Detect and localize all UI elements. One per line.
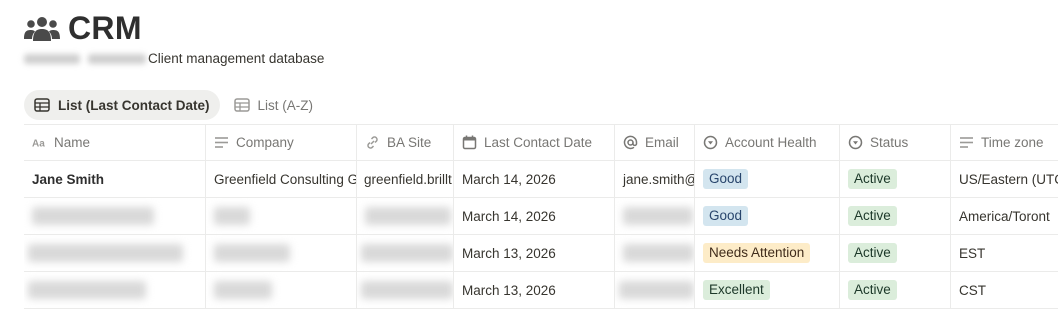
at-sign-icon — [623, 135, 638, 149]
ba-site-cell[interactable] — [357, 235, 454, 271]
account-health-cell[interactable]: Excellent — [695, 272, 840, 308]
view-tabs: List (Last Contact Date) List (A-Z) — [24, 90, 323, 120]
email-cell[interactable]: jane.smith@ — [615, 161, 695, 197]
redacted-text — [214, 281, 272, 299]
redacted-text — [214, 207, 250, 225]
calendar-icon — [462, 135, 477, 149]
account-health-cell[interactable]: Good — [695, 161, 840, 197]
account-health-cell[interactable]: Needs Attention — [695, 235, 840, 271]
status-cell[interactable]: Active — [840, 272, 951, 308]
redacted-text — [28, 281, 146, 299]
company-cell[interactable]: Greenfield Consulting G — [206, 161, 357, 197]
tab-label: List (Last Contact Date) — [58, 97, 210, 113]
table-row[interactable]: March 13, 2026 Needs Attention Active ES… — [24, 235, 1058, 272]
redacted-text — [214, 244, 290, 262]
redacted-text — [623, 244, 694, 262]
redacted-text — [365, 207, 451, 225]
last-contact-date-cell[interactable]: March 13, 2026 — [454, 235, 615, 271]
company-cell[interactable] — [206, 198, 357, 234]
time-zone-cell[interactable]: EST — [951, 235, 1058, 271]
time-zone-cell[interactable]: America/Toront — [951, 198, 1058, 234]
status-cell[interactable]: Active — [840, 198, 951, 234]
last-contact-date-cell[interactable]: March 14, 2026 — [454, 161, 615, 197]
redacted-text — [361, 281, 453, 299]
name-cell[interactable]: Jane Smith — [24, 161, 206, 197]
email-cell[interactable] — [615, 272, 695, 308]
status-cell[interactable]: Active — [840, 235, 951, 271]
subtitle-text: Client management database — [148, 51, 325, 66]
ba-site-cell[interactable]: greenfield.brillt — [357, 161, 454, 197]
page-title: CRM — [68, 10, 142, 46]
column-header-account-health[interactable]: Account Health — [695, 124, 840, 160]
table-row[interactable]: Jane Smith Greenfield Consulting G green… — [24, 161, 1058, 198]
page-header: CRM — [24, 10, 142, 47]
account-health-cell[interactable]: Good — [695, 198, 840, 234]
people-group-icon — [24, 16, 60, 41]
select-circle-icon — [703, 135, 718, 149]
column-header-name[interactable]: Aa Name — [24, 124, 206, 160]
lines-property-icon — [960, 136, 973, 148]
redacted-text — [619, 281, 694, 299]
email-cell[interactable] — [615, 198, 695, 234]
column-header-email[interactable]: Email — [615, 124, 695, 160]
svg-text:Aa: Aa — [32, 138, 45, 149]
column-header-last-contact-date[interactable]: Last Contact Date — [454, 124, 615, 160]
redacted-text — [32, 207, 154, 225]
table-icon — [233, 98, 250, 112]
page-description: Client management database — [24, 51, 324, 66]
table-icon — [34, 98, 50, 112]
redacted-text — [623, 207, 693, 225]
email-cell[interactable] — [615, 235, 695, 271]
time-zone-cell[interactable]: CST — [951, 272, 1058, 308]
status-tag: Active — [848, 243, 897, 263]
column-header-status[interactable]: Status — [840, 124, 951, 160]
text-property-icon: Aa — [32, 138, 45, 149]
status-tag: Active — [848, 280, 897, 300]
ba-site-cell[interactable] — [357, 272, 454, 308]
company-cell[interactable] — [206, 235, 357, 271]
health-tag: Good — [703, 169, 749, 189]
company-cell[interactable] — [206, 272, 357, 308]
column-header-time-zone[interactable]: Time zone — [951, 124, 1058, 160]
last-contact-date-cell[interactable]: March 14, 2026 — [454, 198, 615, 234]
tab-list-a-z[interactable]: List (A-Z) — [224, 90, 324, 120]
name-cell[interactable] — [24, 235, 206, 271]
name-cell[interactable] — [24, 272, 206, 308]
name-cell[interactable] — [24, 198, 206, 234]
health-tag: Good — [703, 206, 749, 226]
column-header-ba-site[interactable]: BA Site — [357, 124, 454, 160]
tab-label: List (A-Z) — [257, 97, 314, 113]
link-icon — [367, 135, 378, 149]
redacted-text — [28, 244, 183, 262]
lines-property-icon — [215, 136, 228, 148]
status-circle-icon — [848, 135, 863, 149]
status-tag: Active — [848, 169, 897, 189]
redacted-text — [24, 53, 80, 64]
health-tag: Excellent — [703, 280, 770, 300]
tab-list-last-contact-date[interactable]: List (Last Contact Date) — [24, 90, 220, 120]
ba-site-cell[interactable] — [357, 198, 454, 234]
column-header-company[interactable]: Company — [206, 124, 357, 160]
status-cell[interactable]: Active — [840, 161, 951, 197]
table-row[interactable]: March 13, 2026 Excellent Active CST — [24, 272, 1058, 309]
status-tag: Active — [848, 206, 897, 226]
redacted-text — [88, 53, 146, 64]
table-header-row: Aa Name Company BA Site Last Contact Dat… — [24, 124, 1058, 161]
health-tag: Needs Attention — [703, 243, 811, 263]
crm-table: Aa Name Company BA Site Last Contact Dat… — [24, 124, 1058, 309]
redacted-text — [361, 244, 453, 262]
table-row[interactable]: March 14, 2026 Good Active America/Toron… — [24, 198, 1058, 235]
last-contact-date-cell[interactable]: March 13, 2026 — [454, 272, 615, 308]
time-zone-cell[interactable]: US/Eastern (UTC — [951, 161, 1058, 197]
